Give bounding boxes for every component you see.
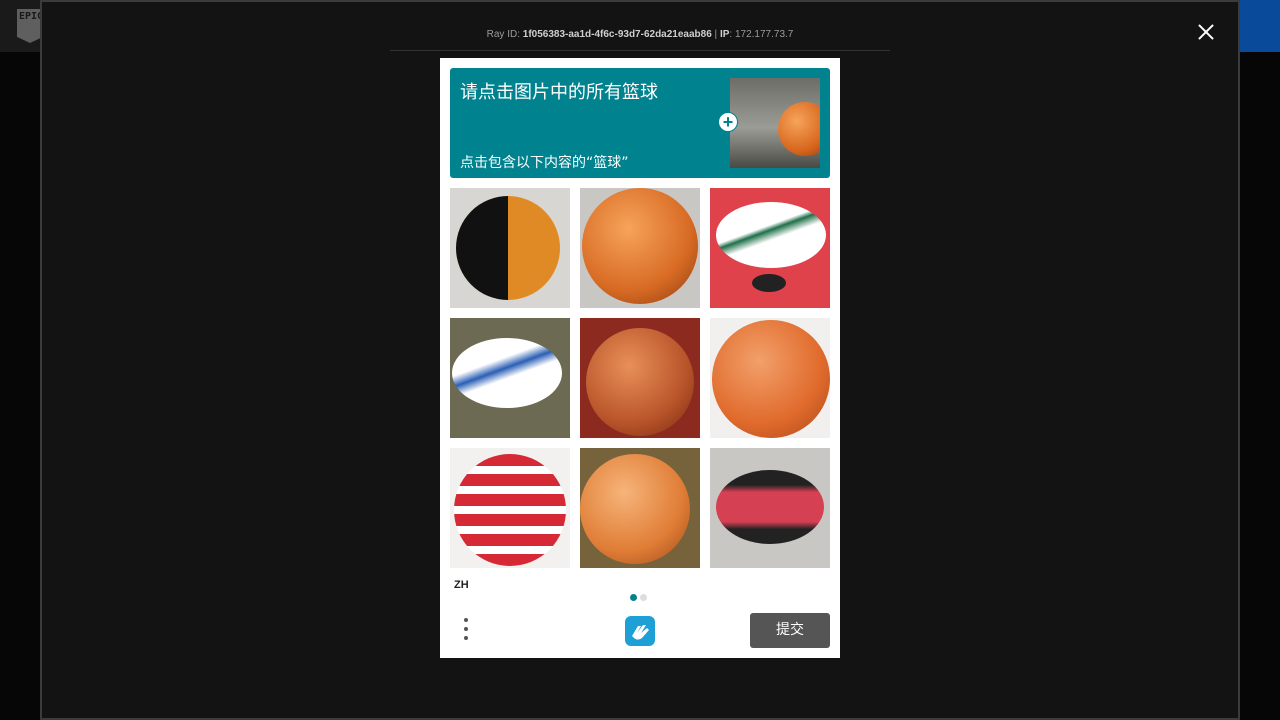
- grid-image-4[interactable]: [450, 318, 570, 438]
- hcaptcha-challenge: 请点击图片中的所有篮球 点击包含以下内容的“篮球” + ZH 提交: [440, 58, 840, 658]
- prompt-subtitle: 点击包含以下内容的“篮球”: [460, 155, 629, 171]
- page-dot: [640, 594, 647, 601]
- submit-button[interactable]: 提交: [750, 613, 830, 648]
- divider: [390, 50, 890, 51]
- page-dot-active: [630, 594, 637, 601]
- grid-image-8[interactable]: [580, 448, 700, 568]
- grid-image-7[interactable]: [450, 448, 570, 568]
- more-options-icon[interactable]: [464, 618, 470, 644]
- hcaptcha-logo-icon[interactable]: [623, 614, 657, 648]
- grid-image-5[interactable]: [580, 318, 700, 438]
- grid-image-6[interactable]: [710, 318, 830, 438]
- language-selector[interactable]: ZH: [454, 579, 469, 591]
- page-indicator: [630, 588, 650, 606]
- image-grid: [450, 188, 830, 568]
- grid-image-1[interactable]: [450, 188, 570, 308]
- grid-image-3[interactable]: [710, 188, 830, 308]
- expand-example-icon[interactable]: +: [718, 112, 738, 132]
- grid-image-2[interactable]: [580, 188, 700, 308]
- captcha-modal: Ray ID: 1f056383-aa1d-4f6c-93d7-62da21ea…: [40, 0, 1240, 720]
- grid-image-9[interactable]: [710, 448, 830, 568]
- ray-id-line: Ray ID: 1f056383-aa1d-4f6c-93d7-62da21ea…: [486, 29, 794, 40]
- prompt-title: 请点击图片中的所有篮球: [460, 82, 658, 103]
- prompt-panel: 请点击图片中的所有篮球 点击包含以下内容的“篮球” +: [450, 68, 830, 178]
- example-image: [730, 78, 820, 168]
- account-button[interactable]: [1238, 0, 1280, 52]
